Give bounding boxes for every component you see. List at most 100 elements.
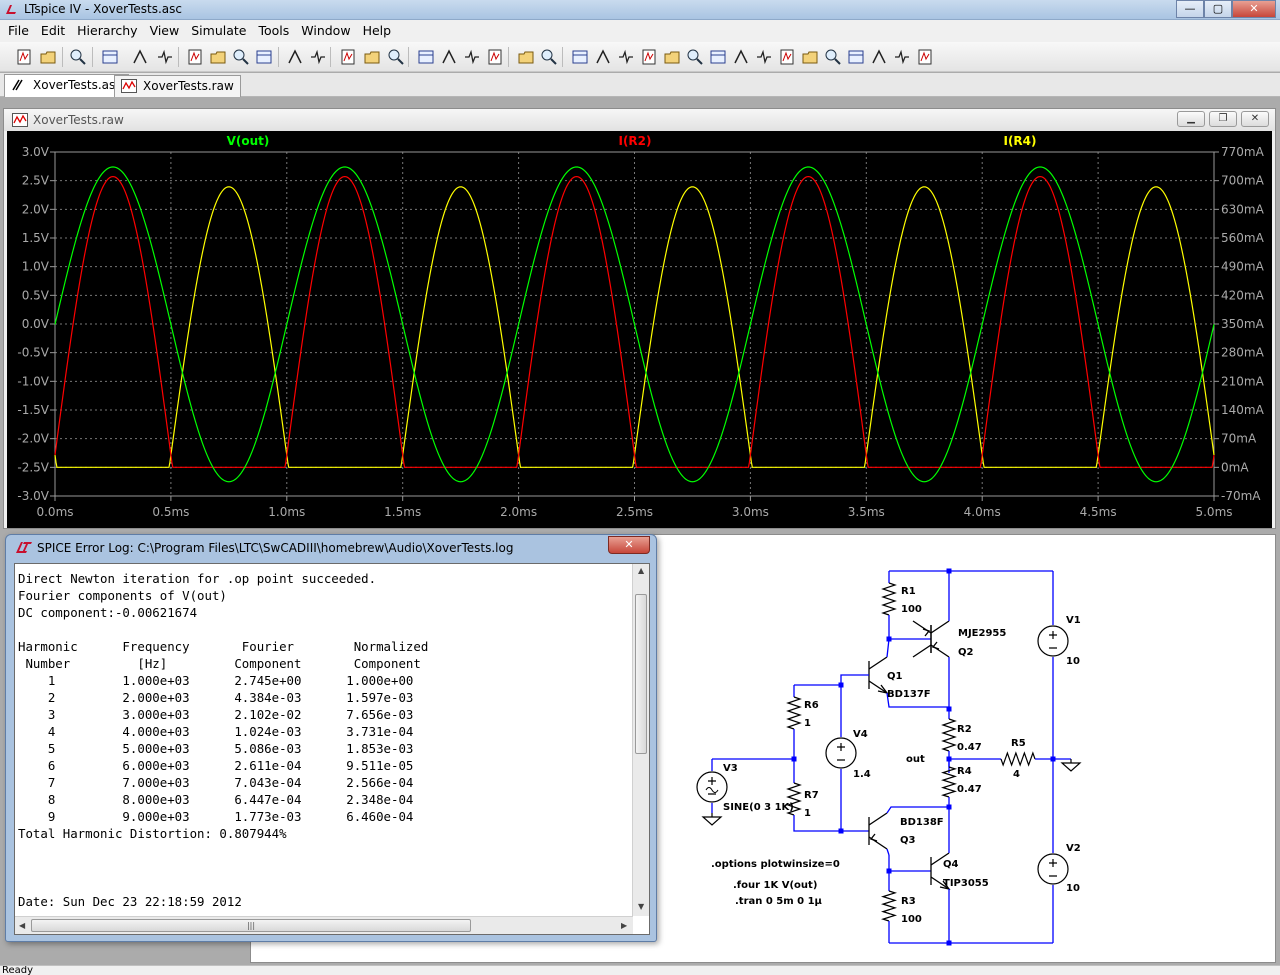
log-content-area[interactable]: Direct Newton iteration for .op point su… xyxy=(14,563,650,935)
voltage-source-V2[interactable] xyxy=(1037,853,1069,885)
wire[interactable] xyxy=(886,806,949,814)
save-button[interactable] xyxy=(68,47,88,67)
control-panel-button[interactable] xyxy=(100,47,120,67)
drag-button[interactable] xyxy=(777,47,797,67)
cascade-button[interactable] xyxy=(362,47,382,67)
schematic-label: .tran 0 5m 0 1µ xyxy=(735,896,823,907)
wire[interactable] xyxy=(886,638,890,658)
log-vertical-scrollbar[interactable]: ▲ ▼ xyxy=(632,564,649,916)
run-button[interactable] xyxy=(130,47,150,67)
zoom-out-button[interactable] xyxy=(208,47,228,67)
print-icon xyxy=(541,49,557,65)
wire[interactable] xyxy=(888,855,931,872)
capacitor-button[interactable] xyxy=(662,47,682,67)
transistor-Q3[interactable] xyxy=(868,812,888,850)
inductor-button[interactable] xyxy=(685,47,705,67)
log-horizontal-scroll-thumb[interactable]: ||| xyxy=(31,919,471,932)
undo-button[interactable] xyxy=(800,47,820,67)
y-right-tick-label: 770mA xyxy=(1221,145,1265,159)
transistor-Q2-body[interactable] xyxy=(930,620,950,658)
open-icon xyxy=(40,51,56,64)
waveform-minimize-button[interactable]: ▁ xyxy=(1177,111,1205,127)
transistor-Q1[interactable] xyxy=(868,656,889,695)
menu-edit[interactable]: Edit xyxy=(35,20,71,42)
autorange-button[interactable] xyxy=(285,47,305,67)
log-close-button[interactable]: ✕ xyxy=(608,536,650,554)
print-button[interactable] xyxy=(539,47,559,67)
menu-tools[interactable]: Tools xyxy=(252,20,295,42)
voltage-source-V1[interactable] xyxy=(1037,625,1069,657)
log-horizontal-scrollbar[interactable]: ◀ ||| ▶ xyxy=(15,916,633,934)
schematic-label: V4 xyxy=(853,729,868,740)
spice-directive-button[interactable] xyxy=(915,47,935,67)
wire-button[interactable] xyxy=(570,47,590,67)
close-button[interactable]: ✕ xyxy=(1232,0,1276,18)
wire[interactable] xyxy=(794,674,869,686)
label-net-button[interactable] xyxy=(616,47,636,67)
x-tick-label: 1.0ms xyxy=(268,505,305,519)
cut-button[interactable] xyxy=(416,47,436,67)
menu-hierarchy[interactable]: Hierarchy xyxy=(71,20,143,42)
open-button[interactable] xyxy=(38,47,58,67)
zoom-cancel-button[interactable] xyxy=(254,47,274,67)
resistor-R3[interactable] xyxy=(880,890,898,922)
menu-simulate[interactable]: Simulate xyxy=(185,20,252,42)
tab-schematic[interactable]: XoverTests.asc xyxy=(4,74,129,97)
ground-symbol-V3[interactable] xyxy=(701,813,723,826)
menu-window[interactable]: Window xyxy=(295,20,356,42)
tab-waveform[interactable]: XoverTests.raw xyxy=(114,75,241,97)
spice-directive-icon xyxy=(918,49,932,65)
schematic-icon xyxy=(12,79,23,91)
halt-button[interactable] xyxy=(155,47,175,67)
menu-file[interactable]: File xyxy=(2,20,35,42)
rotate-button[interactable] xyxy=(846,47,866,67)
log-line: 7 7.000e+03 7.043e-04 2.566e-04 xyxy=(18,775,414,790)
ground-button[interactable] xyxy=(593,47,613,67)
waveform-plot[interactable]: 0.0ms 0.5ms 1.0ms 1.5ms 2.0ms 2.5ms 3.0ms 3.5ms… xyxy=(7,131,1272,528)
ground-symbol-output[interactable] xyxy=(1060,759,1082,772)
voltage-source-V4[interactable] xyxy=(825,737,857,769)
grid-button[interactable] xyxy=(308,47,328,67)
minimize-button[interactable]: — xyxy=(1176,0,1204,18)
print-preview-button[interactable] xyxy=(516,47,536,67)
trace-label[interactable]: V(out) xyxy=(227,134,270,148)
copy-button[interactable] xyxy=(439,47,459,67)
paste-button[interactable] xyxy=(462,47,482,67)
mirror-button[interactable] xyxy=(869,47,889,67)
waveform-close-button[interactable]: ✕ xyxy=(1241,111,1269,127)
new-schematic-button[interactable] xyxy=(14,47,34,67)
zoom-in-button[interactable] xyxy=(185,47,205,67)
diode-button[interactable] xyxy=(708,47,728,67)
resistor-R1[interactable] xyxy=(881,582,897,616)
menu-view[interactable]: View xyxy=(144,20,186,42)
find-button[interactable] xyxy=(485,47,505,67)
move-button[interactable] xyxy=(754,47,774,67)
close-window-button[interactable] xyxy=(386,47,406,67)
run-icon xyxy=(133,49,147,64)
y-right-tick-label: 700mA xyxy=(1221,174,1265,188)
menu-help[interactable]: Help xyxy=(357,20,398,42)
resistor-button[interactable] xyxy=(639,47,659,67)
component-button[interactable] xyxy=(731,47,751,67)
status-bar: Ready xyxy=(0,965,1280,975)
schematic-label: SINE(0 3 1K) xyxy=(723,802,794,813)
resistor-R6[interactable] xyxy=(786,696,802,730)
tile-button[interactable] xyxy=(338,47,358,67)
log-vertical-scroll-thumb[interactable] xyxy=(635,594,647,754)
resistor-R2[interactable] xyxy=(941,718,957,752)
trace-label[interactable]: I(R2) xyxy=(618,134,651,148)
x-tick-label: 4.5ms xyxy=(1080,505,1117,519)
autorange-icon xyxy=(288,49,302,64)
voltage-source-V3[interactable] xyxy=(696,771,728,803)
text-button[interactable] xyxy=(892,47,912,67)
wire[interactable] xyxy=(793,815,841,832)
waveform-restore-button[interactable]: ❐ xyxy=(1209,111,1237,127)
wire[interactable] xyxy=(886,848,890,856)
resistor-R5[interactable] xyxy=(1000,751,1036,767)
y-right-tick-label: 70mA xyxy=(1221,432,1257,446)
redo-button[interactable] xyxy=(823,47,843,67)
trace-label[interactable]: I(R4) xyxy=(1003,134,1036,148)
y-right-tick-label: 0mA xyxy=(1221,460,1249,474)
maximize-button[interactable]: ▢ xyxy=(1204,0,1232,18)
zoom-fit-button[interactable] xyxy=(231,47,251,67)
